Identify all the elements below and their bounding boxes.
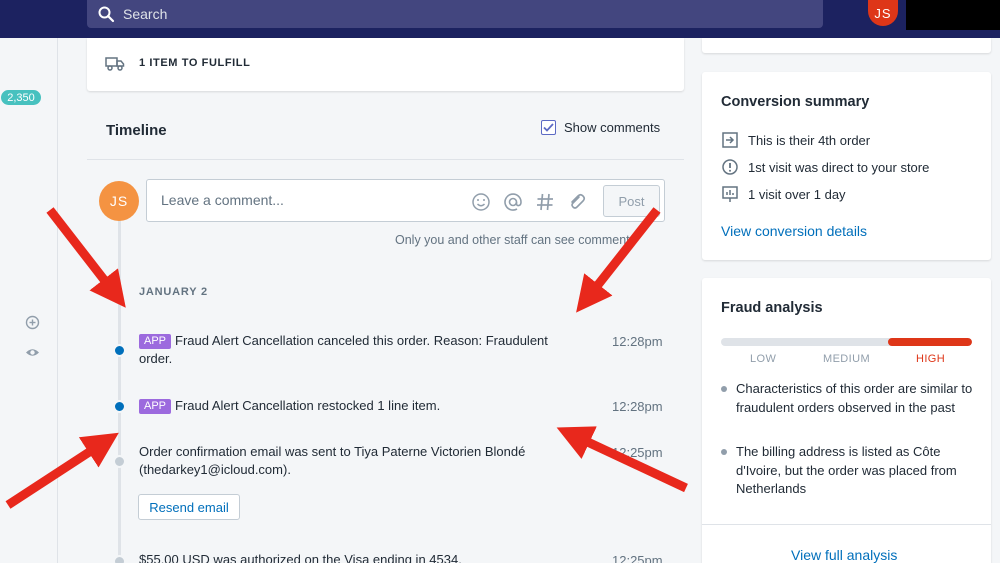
plus-circle-icon[interactable] xyxy=(25,315,40,330)
mention-icon[interactable] xyxy=(503,192,523,212)
bullet-dot xyxy=(721,449,727,455)
timeline-divider xyxy=(87,159,684,160)
search-icon xyxy=(97,5,115,23)
truck-icon xyxy=(105,54,125,72)
timeline-title: Timeline xyxy=(106,122,167,139)
count-badge: 2,350 xyxy=(1,90,41,105)
comment-avatar: JS xyxy=(99,181,139,221)
previous-card-bottom xyxy=(702,38,991,53)
post-button[interactable]: Post xyxy=(603,185,660,217)
event-time: 12:25pm xyxy=(612,553,663,563)
fraud-analysis-card: Fraud analysis LOW MEDIUM HIGH Character… xyxy=(702,278,991,563)
bullet-dot xyxy=(721,386,727,392)
app-badge: APP xyxy=(139,399,172,414)
first-visit-icon xyxy=(721,158,739,176)
risk-label-high: HIGH xyxy=(916,353,946,365)
timeline-line xyxy=(118,210,121,563)
annotation-arrow xyxy=(46,207,126,308)
fulfill-card: 1 ITEM TO FULFILL xyxy=(87,38,684,91)
user-avatar[interactable]: JS xyxy=(868,0,898,26)
annotation-arrow xyxy=(5,432,119,509)
event-dot xyxy=(113,455,126,468)
left-rail-divider xyxy=(57,38,58,563)
app-badge: APP xyxy=(139,334,172,349)
fraud-indicator: Characteristics of this order are simila… xyxy=(721,380,983,417)
conversion-text: 1 visit over 1 day xyxy=(748,186,846,202)
conversion-summary-title: Conversion summary xyxy=(721,94,870,110)
conversion-text: 1st visit was direct to your store xyxy=(748,159,930,175)
event-dot xyxy=(113,400,126,413)
event-dot xyxy=(113,344,126,357)
risk-label-medium: MEDIUM xyxy=(823,353,871,365)
annotation-arrow xyxy=(576,207,661,313)
event-text: Order confirmation email was sent to Tiy… xyxy=(139,444,526,477)
conversion-row: 1 visit over 1 day xyxy=(721,185,846,203)
fraud-indicator-text: The billing address is listed as Côte d'… xyxy=(736,444,957,496)
event-time: 12:25pm xyxy=(612,445,663,460)
fraud-analysis-title: Fraud analysis xyxy=(721,300,823,316)
top-bar: Search JS xyxy=(0,0,1000,38)
fraud-indicator: The billing address is listed as Côte d'… xyxy=(721,443,983,499)
visits-chart-icon xyxy=(721,185,739,203)
show-comments-checkbox[interactable] xyxy=(541,120,556,135)
emoji-icon[interactable] xyxy=(471,192,491,212)
search-bar[interactable]: Search xyxy=(87,0,823,28)
redacted-store-name xyxy=(906,0,1000,30)
eye-icon[interactable] xyxy=(25,345,40,360)
card-footer-divider xyxy=(702,524,991,525)
event-dot xyxy=(113,555,126,563)
search-placeholder: Search xyxy=(123,6,168,22)
resend-email-button[interactable]: Resend email xyxy=(138,494,240,520)
view-full-analysis-link[interactable]: View full analysis xyxy=(791,547,897,563)
show-comments-toggle[interactable]: Show comments xyxy=(541,120,660,135)
view-conversion-details-link[interactable]: View conversion details xyxy=(721,223,867,239)
timeline-event: APP Fraud Alert Cancellation canceled thi… xyxy=(139,332,579,368)
hashtag-icon[interactable] xyxy=(535,192,555,212)
order-history-icon xyxy=(721,131,739,149)
event-time: 12:28pm xyxy=(612,334,663,349)
conversion-summary-card: Conversion summary This is their 4th ord… xyxy=(702,72,991,260)
event-text: Fraud Alert Cancellation restocked 1 lin… xyxy=(175,398,441,413)
conversion-row: This is their 4th order xyxy=(721,131,870,149)
fulfill-label: 1 ITEM TO FULFILL xyxy=(139,57,251,69)
show-comments-label: Show comments xyxy=(564,120,661,135)
risk-label-low: LOW xyxy=(750,353,777,365)
event-time: 12:28pm xyxy=(612,399,663,414)
conversion-row: 1st visit was direct to your store xyxy=(721,158,929,176)
comment-box: Post xyxy=(146,179,665,222)
fraud-indicator-text: Characteristics of this order are simila… xyxy=(736,381,973,415)
timeline-event: APP Fraud Alert Cancellation restocked 1 … xyxy=(139,397,579,415)
staff-note: Only you and other staff can see comment… xyxy=(395,233,636,247)
timeline-date-heading: JANUARY 2 xyxy=(139,286,208,298)
attachment-icon[interactable] xyxy=(567,192,587,212)
risk-level-bar xyxy=(721,338,972,346)
risk-level-fill xyxy=(887,338,972,346)
conversion-text: This is their 4th order xyxy=(748,132,871,148)
event-text[interactable]: $55.00 USD was authorized on the Visa en… xyxy=(139,551,579,563)
event-text: Fraud Alert Cancellation canceled this o… xyxy=(139,333,548,366)
comment-input[interactable] xyxy=(161,192,451,208)
